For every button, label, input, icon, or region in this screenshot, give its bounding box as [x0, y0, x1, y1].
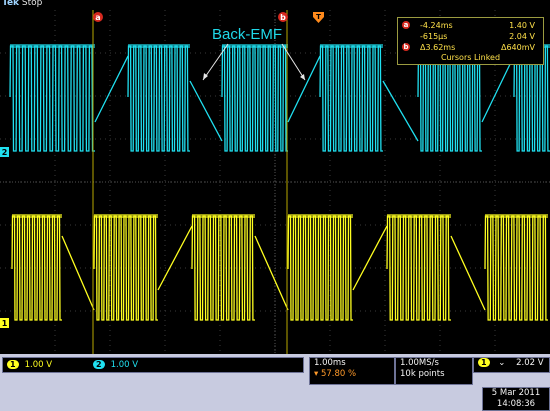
ch2-scale-readout[interactable]: 2 1.00 V [93, 360, 138, 370]
record-length: 10k points [400, 369, 445, 379]
cursor-a-label: a [95, 13, 100, 22]
ch2-ground-label: 2 [2, 148, 8, 157]
pwm-plateau [94, 214, 158, 218]
timebase-panel[interactable]: 1.00ms ▾ 57.80 % [309, 357, 395, 385]
cursor-b-badge: b [402, 43, 410, 51]
date-label: 5 Mar 2011 [491, 388, 541, 398]
cursor-a-time: -4.24ms [420, 21, 453, 30]
pwm-plateau [320, 44, 383, 48]
pwm-plateau [387, 214, 451, 218]
acquisition-status: Tek Stop [2, 0, 42, 8]
sample-rate: 1.00MS/s [400, 358, 439, 368]
cursor-a-badge: a [402, 21, 410, 29]
ch1-scale-readout[interactable]: 1 1.00 V [7, 360, 52, 370]
cursor-a-voltage: 1.40 V [509, 21, 535, 30]
settings-bar: 1 1.00 V 2 1.00 V 1.00ms ▾ 57.80 % 1.00MS/… [0, 354, 550, 411]
ch2-scale: 1.00 V [110, 360, 139, 370]
pwm-plateau [288, 214, 353, 218]
pwm-plateau [12, 214, 62, 218]
brand-label: Tek [2, 0, 20, 8]
cursor-b-label: b [280, 13, 286, 22]
pwm-plateau [10, 44, 95, 48]
time-per-div: 1.00ms [314, 358, 346, 368]
cursors-linked-status: Cursors Linked [440, 53, 501, 62]
channel-scale-panel: 1 1.00 V 2 1.00 V [2, 357, 304, 373]
acquisition-panel[interactable]: 1.00MS/s 10k points [395, 357, 473, 385]
run-state[interactable]: Stop [22, 0, 42, 8]
ch1-scale: 1.00 V [24, 360, 53, 370]
falling-edge-icon: ⌄ [498, 358, 506, 368]
trigger-level: 2.02 V [516, 358, 544, 368]
cursor-b-voltage: 2.04 V [509, 32, 535, 41]
ch1-ground-label: 1 [2, 319, 8, 328]
trigger-position-icon: ▾ [314, 369, 319, 379]
cursor-readout-panel: a -4.24ms 1.40 V -615µs 2.04 V b Δ3.62ms… [397, 17, 544, 65]
status-bar: Tek Stop [0, 0, 550, 10]
datetime-panel: 5 Mar 2011 14:08:36 [482, 387, 550, 411]
pwm-plateau [192, 214, 255, 218]
cursor-a-row: a -4.24ms 1.40 V [398, 20, 543, 31]
pwm-plateau [485, 214, 548, 218]
back-emf-annotation: Back-EMF [212, 26, 282, 43]
trigger-panel[interactable]: 1 ⌄ 2.02 V [473, 357, 550, 373]
cursor-b-time: -615µs [420, 32, 448, 41]
ch2-badge: 2 [93, 360, 105, 369]
trigger-marker-label: T [316, 13, 321, 21]
pwm-plateau [222, 44, 288, 48]
ch1-badge: 1 [7, 360, 19, 369]
trigger-position-row: ▾ 57.80 % [310, 369, 394, 380]
trigger-position: 57.80 % [320, 369, 357, 379]
cursor-b-row: -615µs 2.04 V [398, 31, 543, 42]
time-label: 14:08:36 [496, 399, 536, 409]
trigger-source-badge: 1 [478, 358, 490, 367]
pwm-plateau [128, 44, 190, 48]
